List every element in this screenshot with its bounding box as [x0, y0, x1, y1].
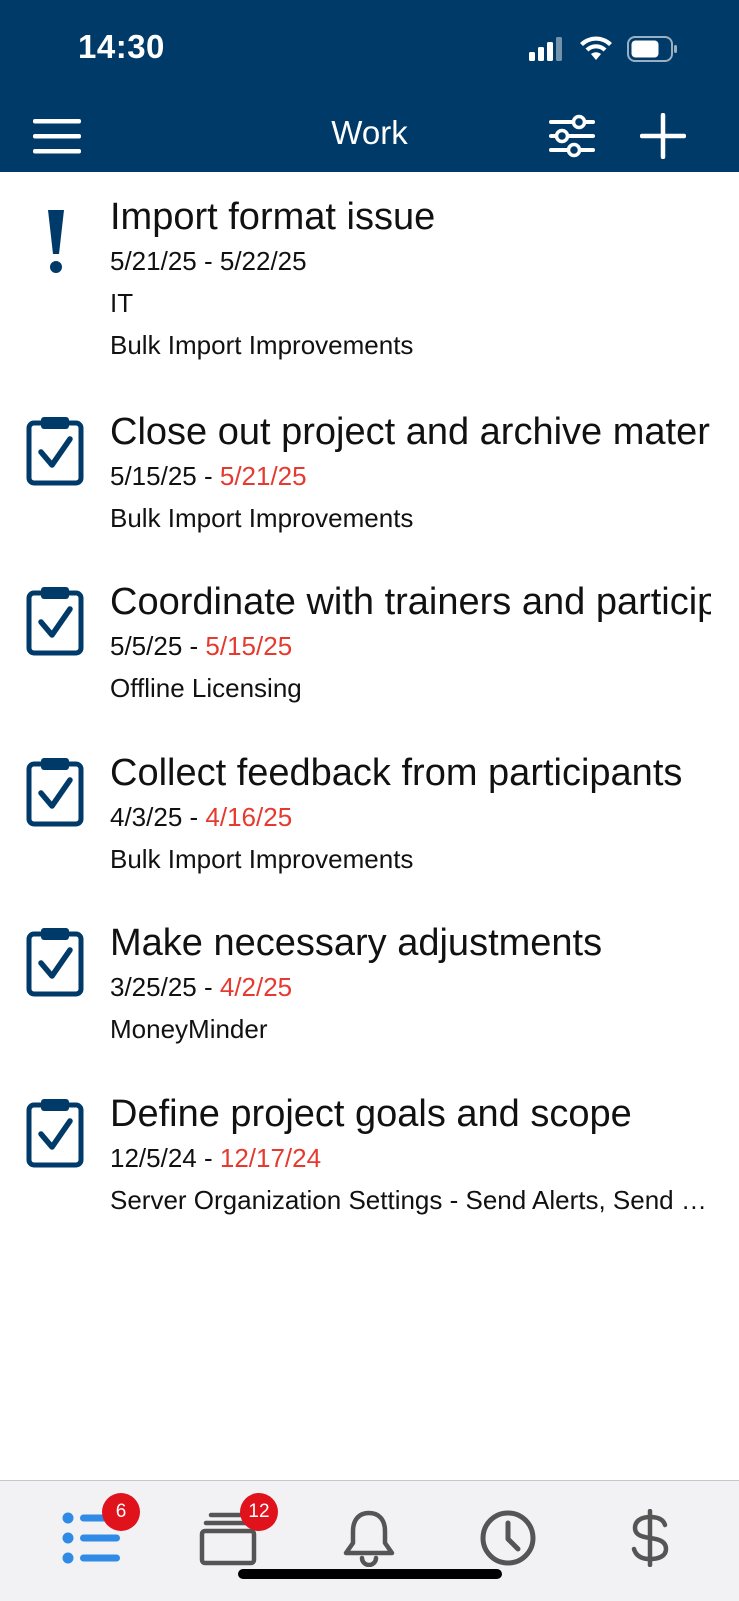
tab-work-list[interactable]: 6: [52, 1493, 140, 1573]
plus-icon: [640, 113, 686, 159]
item-dates: 4/3/25 - 4/16/25: [110, 802, 293, 832]
item-title: Close out project and archive materials: [110, 411, 711, 453]
work-item-task[interactable]: Close out project and archive materials …: [0, 409, 739, 549]
work-item-task[interactable]: Make necessary adjustments 3/25/25 - 4/2…: [0, 920, 739, 1060]
wifi-icon: [580, 36, 612, 60]
cellular-signal-icon: [529, 37, 562, 61]
work-item-task[interactable]: Collect feedback from participants 4/3/2…: [0, 750, 739, 890]
clock-icon: [480, 1510, 536, 1566]
add-button[interactable]: [634, 108, 692, 164]
tab-expenses[interactable]: [610, 1503, 690, 1573]
clipboard-check-icon: [24, 756, 88, 828]
item-dates: 3/25/25 - 4/2/25: [110, 972, 293, 1002]
item-dates: 12/5/24 - 12/17/24: [110, 1143, 322, 1173]
status-icons: [529, 34, 679, 64]
work-item-issue[interactable]: Import format issue 5/21/25 - 5/22/25 IT…: [0, 194, 739, 374]
work-item-task[interactable]: Coordinate with trainers and participant…: [0, 579, 739, 719]
exclamation-icon: [24, 208, 88, 280]
item-title: Define project goals and scope: [110, 1093, 632, 1135]
item-dates: 5/5/25 - 5/15/25: [110, 631, 293, 661]
notification-badge: 12: [240, 1493, 278, 1531]
home-indicator: [238, 1569, 502, 1579]
item-dates: 5/15/25 - 5/21/25: [110, 461, 307, 491]
bell-icon: [343, 1510, 395, 1567]
overdue-date: 4/16/25: [205, 802, 293, 832]
clipboard-check-icon: [24, 585, 88, 657]
tab-bar: 6 12: [0, 1480, 739, 1601]
clipboard-check-icon: [24, 1097, 88, 1169]
item-title: Make necessary adjustments: [110, 922, 603, 964]
clipboard-check-icon: [24, 926, 88, 998]
item-project: Bulk Import Improvements: [110, 330, 414, 360]
item-title: Coordinate with trainers and participant…: [110, 581, 711, 623]
item-project: Server Organization Settings - Send Aler…: [110, 1185, 711, 1215]
overdue-date: 12/17/24: [219, 1143, 322, 1173]
item-title: Collect feedback from participants: [110, 752, 683, 794]
dollar-icon: [631, 1509, 669, 1567]
item-category: IT: [110, 288, 134, 318]
item-project: MoneyMinder: [110, 1014, 268, 1044]
filter-button[interactable]: [543, 108, 601, 164]
nav-bar: Work: [0, 100, 739, 172]
tab-alerts[interactable]: [329, 1503, 409, 1573]
notification-badge: 6: [102, 1493, 140, 1531]
filter-sliders-icon: [549, 114, 595, 158]
item-project: Bulk Import Improvements: [110, 844, 414, 874]
tab-time[interactable]: [468, 1503, 548, 1573]
clipboard-check-icon: [24, 415, 88, 487]
status-time: 14:30: [78, 28, 165, 65]
item-dates: 5/21/25 - 5/22/25: [110, 246, 307, 276]
item-project: Bulk Import Improvements: [110, 503, 414, 533]
top-bar: 14:30 Work: [0, 0, 739, 172]
battery-icon: [627, 36, 677, 62]
overdue-date: 5/21/25: [219, 461, 307, 491]
page-title: Work: [331, 114, 408, 151]
tab-cards[interactable]: 12: [190, 1493, 278, 1573]
overdue-date: 5/15/25: [205, 631, 293, 661]
item-title: Import format issue: [110, 196, 436, 238]
overdue-date: 4/2/25: [219, 972, 293, 1002]
item-project: Offline Licensing: [110, 673, 302, 703]
work-item-task[interactable]: Define project goals and scope 12/5/24 -…: [0, 1091, 739, 1231]
